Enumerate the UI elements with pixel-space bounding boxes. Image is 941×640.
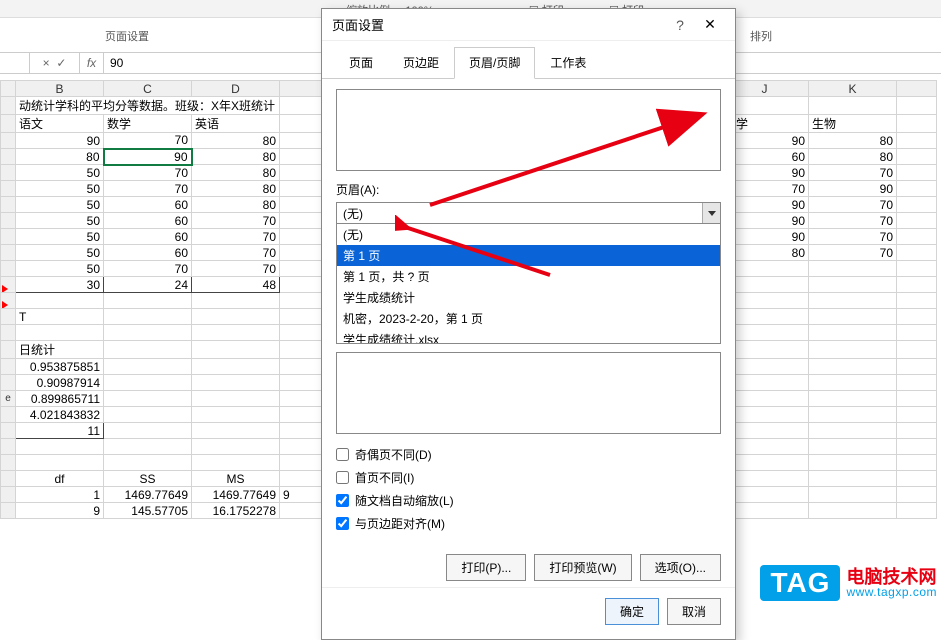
ribbon-group-pagesetup: 页面设置 <box>105 28 149 44</box>
dropdown-button[interactable] <box>702 203 720 223</box>
fx-button[interactable]: fx <box>80 53 104 73</box>
checkbox-alignmargin[interactable] <box>336 517 349 530</box>
header-b[interactable]: 语文 <box>16 115 104 133</box>
header-dropdown[interactable]: (无) (无) 第 1 页 第 1 页，共 ? 页 学生成绩统计 机密，2023… <box>336 202 721 344</box>
dialog-tabs: 页面 页边距 页眉/页脚 工作表 <box>322 41 735 79</box>
title-cell[interactable]: 动统计学科的平均分等数据。班级：X年X班统计 <box>16 97 280 115</box>
name-box[interactable] <box>0 53 30 73</box>
checkbox-autoscale[interactable] <box>336 494 349 507</box>
col-header-C[interactable]: C <box>104 81 192 97</box>
dd-option-page1[interactable]: 第 1 页 <box>337 245 720 266</box>
footer-preview <box>336 352 721 434</box>
header-k[interactable]: 生物 <box>809 115 897 133</box>
watermark: TAG 电脑技术网 www.tagxp.com <box>760 565 937 601</box>
header-label: 页眉(A): <box>336 181 721 198</box>
header-d[interactable]: 英语 <box>192 115 280 133</box>
active-cell[interactable]: 90 <box>104 149 192 165</box>
close-button[interactable]: ✕ <box>695 16 725 33</box>
dd-option-title[interactable]: 学生成绩统计 <box>337 287 720 308</box>
stat-label[interactable]: 日统计 <box>16 341 104 359</box>
checkbox-firstpage[interactable] <box>336 471 349 484</box>
watermark-line2: www.tagxp.com <box>846 586 937 598</box>
dd-option-filename[interactable]: 学生成绩统计.xlsx <box>337 329 720 344</box>
tab-sheet[interactable]: 工作表 <box>535 47 601 78</box>
ok-button[interactable]: 确定 <box>605 598 659 625</box>
tab-headerfooter[interactable]: 页眉/页脚 <box>454 47 535 79</box>
dialog-title: 页面设置 <box>332 15 665 34</box>
dd-option-none[interactable]: (无) <box>337 224 720 245</box>
col-header-K[interactable]: K <box>809 81 897 97</box>
header-c[interactable]: 数学 <box>104 115 192 133</box>
formula-cancel[interactable]: × ✓ <box>30 53 80 73</box>
options-button[interactable]: 选项(O)... <box>640 554 721 581</box>
col-header-D[interactable]: D <box>192 81 280 97</box>
col-header-B[interactable]: B <box>16 81 104 97</box>
cancel-button[interactable]: 取消 <box>667 598 721 625</box>
dd-option-conf[interactable]: 机密，2023-2-20，第 1 页 <box>337 308 720 329</box>
tab-margins[interactable]: 页边距 <box>388 47 454 78</box>
watermark-tag: TAG <box>760 565 840 601</box>
help-button[interactable]: ? <box>665 17 695 33</box>
print-button[interactable]: 打印(P)... <box>446 554 526 581</box>
dd-option-page1ofn[interactable]: 第 1 页，共 ? 页 <box>337 266 720 287</box>
checkbox-oddeven[interactable] <box>336 448 349 461</box>
dropdown-list: (无) 第 1 页 第 1 页，共 ? 页 学生成绩统计 机密，2023-2-2… <box>336 224 721 344</box>
chevron-down-icon <box>708 211 716 216</box>
comment-indicator-icon <box>2 301 8 309</box>
watermark-line1: 电脑技术网 <box>846 568 937 586</box>
ribbon-group-arrange: 排列 <box>750 28 772 44</box>
comment-indicator-icon <box>2 285 8 293</box>
tab-page[interactable]: 页面 <box>334 47 388 78</box>
page-setup-dialog: 页面设置 ? ✕ 页面 页边距 页眉/页脚 工作表 页眉(A): (无) (无)… <box>321 8 736 640</box>
header-preview <box>336 89 721 171</box>
corner-cell[interactable] <box>1 81 16 97</box>
preview-button[interactable]: 打印预览(W) <box>534 554 631 581</box>
